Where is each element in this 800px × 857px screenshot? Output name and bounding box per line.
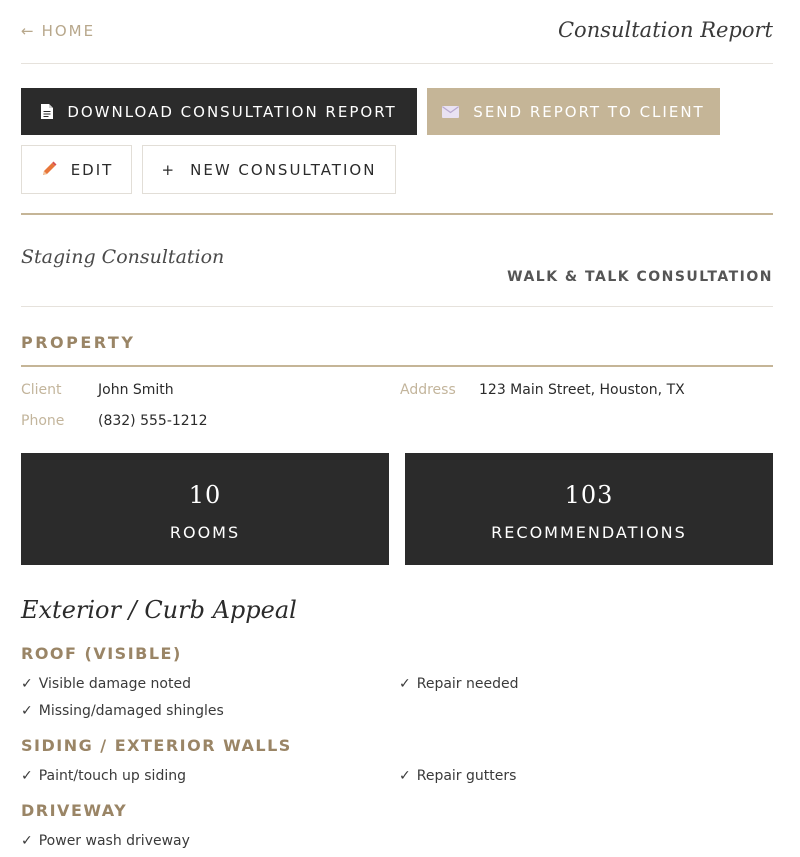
check-item: ✓ Missing/damaged shingles bbox=[21, 703, 224, 719]
rooms-caption: ROOMS bbox=[169, 523, 241, 542]
client-label: Client bbox=[21, 382, 62, 398]
driveway-heading: DRIVEWAY bbox=[21, 801, 128, 820]
top-bar: ← HOME Consultation Report bbox=[21, 0, 773, 64]
rooms-count: 10 bbox=[188, 481, 222, 509]
document-icon bbox=[41, 104, 54, 119]
siding-heading: SIDING / EXTERIOR WALLS bbox=[21, 736, 292, 755]
home-link[interactable]: ← HOME bbox=[21, 22, 95, 40]
recommendations-count: 103 bbox=[564, 481, 614, 509]
roof-heading: ROOF (VISIBLE) bbox=[21, 644, 182, 663]
phone-field: Phone (832) 555-1212 bbox=[21, 413, 208, 429]
home-label: HOME bbox=[41, 22, 96, 40]
recommendations-stat-card: 103 RECOMMENDATIONS bbox=[405, 453, 773, 565]
light-divider bbox=[21, 306, 773, 307]
send-report-button[interactable]: SEND REPORT TO CLIENT bbox=[427, 88, 720, 135]
envelope-icon bbox=[442, 105, 460, 118]
rooms-stat-card: 10 ROOMS bbox=[21, 453, 389, 565]
check-icon: ✓ bbox=[399, 768, 411, 784]
check-item: ✓ Visible damage noted bbox=[21, 676, 191, 692]
check-item: ✓ Power wash driveway bbox=[21, 833, 190, 849]
consultation-title: Staging Consultation bbox=[21, 246, 225, 268]
check-item: ✓ Repair needed bbox=[399, 676, 519, 692]
download-report-button[interactable]: DOWNLOAD CONSULTATION REPORT bbox=[21, 88, 417, 135]
property-heading: PROPERTY bbox=[21, 333, 136, 352]
address-label: Address bbox=[400, 382, 456, 398]
check-icon: ✓ bbox=[21, 768, 33, 784]
address-field: Address 123 Main Street, Houston, TX bbox=[400, 382, 685, 398]
client-value: John Smith bbox=[98, 382, 174, 398]
check-icon: ✓ bbox=[21, 833, 33, 849]
address-value: 123 Main Street, Houston, TX bbox=[479, 382, 685, 398]
phone-value: (832) 555-1212 bbox=[98, 413, 208, 429]
send-report-label: SEND REPORT TO CLIENT bbox=[473, 102, 705, 121]
phone-label: Phone bbox=[21, 413, 65, 429]
category-title: Exterior / Curb Appeal bbox=[21, 596, 297, 624]
check-icon: ✓ bbox=[399, 676, 411, 692]
section-divider bbox=[21, 213, 773, 215]
recommendations-caption: RECOMMENDATIONS bbox=[491, 523, 687, 542]
new-consultation-label: NEW CONSULTATION bbox=[190, 160, 377, 179]
download-report-label: DOWNLOAD CONSULTATION REPORT bbox=[67, 102, 397, 121]
edit-label: EDIT bbox=[70, 160, 114, 179]
property-divider bbox=[21, 365, 773, 367]
consultation-type: WALK & TALK CONSULTATION bbox=[507, 269, 773, 285]
edit-button[interactable]: EDIT bbox=[21, 145, 132, 194]
page-title: Consultation Report bbox=[557, 18, 773, 42]
plus-icon: + bbox=[161, 160, 177, 179]
client-field: Client John Smith bbox=[21, 382, 174, 398]
new-consultation-button[interactable]: + NEW CONSULTATION bbox=[142, 145, 396, 194]
back-arrow-icon: ← bbox=[21, 22, 34, 40]
check-icon: ✓ bbox=[21, 676, 33, 692]
check-item: ✓ Paint/touch up siding bbox=[21, 768, 186, 784]
check-icon: ✓ bbox=[21, 703, 33, 719]
check-item: ✓ Repair gutters bbox=[399, 768, 517, 784]
pencil-icon bbox=[40, 161, 57, 178]
